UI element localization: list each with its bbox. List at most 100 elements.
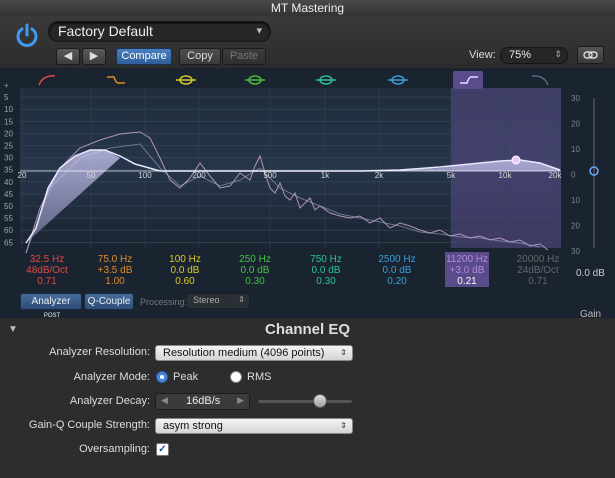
band-5-q[interactable]: 0.30 (294, 276, 358, 287)
chevron-down-icon: ▾ (256, 25, 262, 37)
band-6-gain[interactable]: 0.0 dB (365, 265, 429, 276)
power-icon[interactable] (13, 22, 41, 50)
band-7-gain[interactable]: +3.0 dB (445, 265, 489, 276)
oversampling-label: Oversampling: (79, 443, 150, 455)
processing-value: Stereo (193, 295, 220, 305)
band-4-gain[interactable]: 0.0 dB (223, 265, 287, 276)
gainq-couple-label: Gain-Q Couple Strength: (28, 419, 150, 431)
analyzer-decay-field[interactable]: ◀ 16dB/s ▶ (155, 393, 250, 410)
band-7-handle[interactable] (511, 155, 521, 165)
analyzer-button[interactable]: Analyzer POST (20, 293, 82, 319)
freq-tick-label: 5k (447, 171, 456, 180)
gainq-couple-value: asym strong (163, 420, 223, 432)
db-left-tick: 65 (4, 238, 13, 247)
band-7-freq[interactable]: 11200 Hz (445, 254, 489, 265)
band-8-freq[interactable]: 20000 Hz (506, 254, 570, 265)
highcut-band-icon[interactable] (528, 73, 552, 87)
freq-tick-label: 1k (321, 171, 330, 180)
band-6-q[interactable]: 0.20 (365, 276, 429, 287)
band-params-5: 750 Hz 0.0 dB 0.30 (294, 254, 358, 287)
previous-preset-button[interactable]: ◀ (56, 48, 80, 65)
bell-band-3-icon[interactable] (314, 73, 338, 87)
band-1-q[interactable]: 0.71 (15, 276, 79, 287)
highshelf-band-icon[interactable] (457, 73, 481, 87)
db-left-tick: 40 (4, 178, 13, 187)
db-right-tick: 30 (571, 94, 580, 103)
freq-tick-label: 20k (549, 171, 563, 180)
band-1-freq[interactable]: 32.5 Hz (15, 254, 79, 265)
band-5-gain[interactable]: 0.0 dB (294, 265, 358, 276)
db-right-tick: 10 (571, 196, 580, 205)
bell-band-2-icon[interactable] (243, 73, 267, 87)
lowcut-band-icon[interactable] (35, 73, 59, 87)
analyzer-mode-label: Analyzer Mode: (73, 371, 150, 383)
band-2-gain[interactable]: +3.5 dB (83, 265, 147, 276)
window-title: MT Mastering (270, 1, 345, 15)
band-params-4: 250 Hz 0.0 dB 0.30 (223, 254, 287, 287)
db-left-tick: 60 (4, 226, 13, 235)
freq-tick-label: 20 (18, 171, 27, 180)
bell-band-1-icon[interactable] (174, 73, 198, 87)
bell-band-4-icon[interactable] (386, 73, 410, 87)
next-preset-button[interactable]: ▶ (82, 48, 106, 65)
band-3-gain[interactable]: 0.0 dB (153, 265, 217, 276)
compare-button[interactable]: Compare (116, 48, 172, 65)
band-8-gain[interactable]: 24dB/Oct (506, 265, 570, 276)
analyzer-decay-slider-knob[interactable] (313, 394, 327, 408)
preset-menu[interactable]: Factory Default ▾ (48, 21, 271, 42)
paste-button[interactable]: Paste (222, 48, 266, 65)
band-5-freq[interactable]: 750 Hz (294, 254, 358, 265)
stepper-arrows-icon: ⇕ (554, 49, 562, 59)
processing-select[interactable]: Stereo ⇕ (186, 293, 250, 309)
gainq-couple-select[interactable]: asym strong ⇕ (155, 418, 353, 434)
db-left-tick: 5 (4, 93, 9, 102)
band-8-q[interactable]: 0.71 (506, 276, 570, 287)
lowshelf-band-icon[interactable] (104, 73, 128, 87)
freq-tick-label: 2k (375, 171, 384, 180)
band-2-q[interactable]: 1.00 (83, 276, 147, 287)
band-params-2: 75.0 Hz +3.5 dB 1.00 (83, 254, 147, 287)
stepper-arrows-icon: ⇕ (340, 348, 347, 357)
view-label: View: (469, 49, 496, 61)
db-left-tick: 15 (4, 117, 13, 126)
db-right-tick: 0 (571, 171, 576, 180)
link-button[interactable] (577, 46, 604, 64)
band-params-3: 100 Hz 0.0 dB 0.60 (153, 254, 217, 287)
eq-graph-area: +5 10 15 20 25 30 35 40 45 50 55 60 65 30 20 10 0 10 20 30… (0, 68, 615, 320)
db-left-tick: 45 (4, 190, 13, 199)
mode-rms-radio[interactable] (230, 371, 242, 383)
db-left-tick: 55 (4, 214, 13, 223)
db-left-tick: 35 (4, 166, 13, 175)
view-select[interactable]: 75% ⇕ (500, 47, 568, 64)
db-left-tick: 20 (4, 129, 13, 138)
band-params-1: 32.5 Hz 48dB/Oct 0.71 (15, 254, 79, 287)
analyzer-decay-slider[interactable] (258, 400, 352, 403)
band-2-freq[interactable]: 75.0 Hz (83, 254, 147, 265)
freq-tick-label: 10k (499, 171, 513, 180)
band-7-q[interactable]: 0.21 (445, 276, 489, 287)
oversampling-checkbox[interactable]: ✓ (156, 443, 169, 456)
db-right-tick: 20 (571, 120, 580, 129)
stepper-arrows-icon: ⇕ (340, 421, 347, 430)
increment-icon[interactable]: ▶ (237, 395, 244, 406)
band-6-freq[interactable]: 2500 Hz (365, 254, 429, 265)
stepper-arrows-icon: ⇕ (238, 295, 245, 304)
db-right-tick: 10 (571, 145, 580, 154)
band-3-q[interactable]: 0.60 (153, 276, 217, 287)
gain-value[interactable]: 0.0 dB (576, 268, 605, 279)
analyzer-decay-label: Analyzer Decay: (69, 395, 150, 407)
mode-peak-radio[interactable] (156, 371, 168, 383)
band-3-freq[interactable]: 100 Hz (153, 254, 217, 265)
copy-button[interactable]: Copy (179, 48, 221, 65)
band-4-q[interactable]: 0.30 (223, 276, 287, 287)
processing-label: Processing: (140, 297, 188, 307)
analyzer-decay-value: 16dB/s (186, 395, 221, 407)
preset-name: Factory Default (58, 23, 153, 39)
band-4-freq[interactable]: 250 Hz (223, 254, 287, 265)
qcouple-button[interactable]: Q-Couple (84, 293, 134, 310)
band-1-gain[interactable]: 48dB/Oct (15, 265, 79, 276)
analyzer-resolution-select[interactable]: Resolution medium (4096 points) ⇕ (155, 345, 353, 361)
decrement-icon[interactable]: ◀ (161, 395, 168, 406)
band-params-6: 2500 Hz 0.0 dB 0.20 (365, 254, 429, 287)
mode-peak-label: Peak (173, 371, 199, 383)
